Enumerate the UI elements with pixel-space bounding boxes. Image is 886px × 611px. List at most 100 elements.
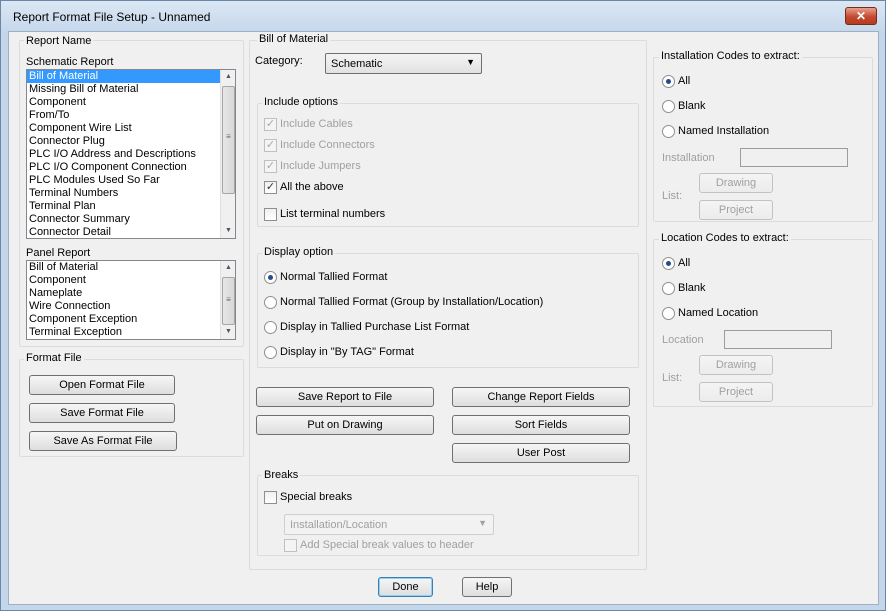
special-breaks-select[interactable]: Installation/Location ▼ [284,514,494,535]
schematic-report-list[interactable]: Bill of Material Missing Bill of Material… [26,69,236,239]
add-break-values-label: Add Special break values to header [300,539,474,551]
special-breaks-value: Installation/Location [290,519,388,531]
list-terminal-numbers-checkbox[interactable] [264,208,277,221]
list-item[interactable]: Connector Plug [27,135,235,148]
save-format-file-button[interactable]: Save Format File [29,403,175,423]
radio-selected-icon [268,275,273,280]
panel-list-scrollbar[interactable]: ▲ ≡ ▼ [220,261,235,339]
location-project-button[interactable]: Project [699,382,773,402]
user-post-button[interactable]: User Post [452,443,630,463]
category-value: Schematic [331,58,383,70]
location-codes-label: Location Codes to extract: [659,232,791,244]
list-item[interactable]: Nameplate [27,287,235,300]
scroll-down-icon[interactable]: ▼ [221,325,235,339]
normal-tallied-label: Normal Tallied Format [280,271,388,283]
list-item[interactable]: Connector Detail [27,226,235,238]
dialog-client: Report Name Schematic Report Bill of Mat… [8,31,879,605]
list-item[interactable]: Connector Summary [27,213,235,226]
save-as-format-file-button[interactable]: Save As Format File [29,431,177,451]
sort-fields-button[interactable]: Sort Fields [452,415,630,435]
list-item[interactable]: Bill of Material [27,70,235,83]
location-drawing-button[interactable]: Drawing [699,355,773,375]
scroll-thumb[interactable]: ≡ [222,277,235,325]
scroll-up-icon[interactable]: ▲ [221,261,235,275]
include-options-label: Include options [262,96,340,108]
include-cables-checkbox[interactable]: ✓ [264,118,277,131]
all-the-above-label: All the above [280,181,344,193]
list-item[interactable]: Missing Bill of Material [27,83,235,96]
named-location-label: Named Location [678,307,759,319]
list-item[interactable]: Wire Connection [27,300,235,313]
scroll-thumb[interactable]: ≡ [222,86,235,194]
installation-drawing-button[interactable]: Drawing [699,173,773,193]
location-list-label: List: [662,372,683,384]
purchase-list-radio[interactable] [264,321,277,334]
named-installation-radio[interactable] [662,125,675,138]
include-jumpers-label: Include Jumpers [280,160,361,172]
include-cables-label: Include Cables [280,118,353,130]
list-item[interactable]: Component [27,96,235,109]
normal-tallied-radio[interactable] [264,271,277,284]
special-breaks-checkbox[interactable] [264,491,277,504]
installation-blank-radio[interactable] [662,100,675,113]
list-item[interactable]: Bill of Material [27,261,235,274]
schematic-list-scrollbar[interactable]: ▲ ≡ ▼ [220,70,235,238]
category-select[interactable]: Schematic ▼ [325,53,482,74]
include-connectors-label: Include Connectors [280,139,375,151]
by-tag-radio[interactable] [264,346,277,359]
report-format-dialog: Report Format File Setup - Unnamed ✕ Rep… [0,0,886,611]
schematic-report-label: Schematic Report [26,56,114,68]
open-format-file-button[interactable]: Open Format File [29,375,175,395]
installation-input[interactable] [740,148,848,167]
panel-report-list[interactable]: Bill of Material Component Nameplate Wire C… [26,260,236,340]
location-input[interactable] [724,330,832,349]
list-item[interactable]: Terminal Exception [27,326,235,339]
installation-codes-label: Installation Codes to extract: [659,50,802,62]
list-terminal-numbers-label: List terminal numbers [280,208,386,220]
change-report-fields-button[interactable]: Change Report Fields [452,387,630,407]
chevron-down-icon: ▼ [478,518,487,528]
location-blank-radio[interactable] [662,282,675,295]
category-label: Category: [255,55,303,67]
help-button[interactable]: Help [462,577,512,597]
report-name-label: Report Name [24,35,94,47]
installation-all-radio[interactable] [662,75,675,88]
include-jumpers-checkbox[interactable]: ✓ [264,160,277,173]
include-connectors-checkbox[interactable]: ✓ [264,139,277,152]
bill-of-material-label: Bill of Material [257,33,331,45]
special-breaks-label: Special breaks [280,491,353,503]
put-on-drawing-button[interactable]: Put on Drawing [256,415,434,435]
close-icon[interactable]: ✕ [845,7,877,25]
location-all-radio[interactable] [662,257,675,270]
title-bar: Report Format File Setup - Unnamed ✕ [1,1,885,31]
scroll-down-icon[interactable]: ▼ [221,224,235,238]
list-item[interactable]: From/To [27,109,235,122]
schematic-list-items: Bill of Material Missing Bill of Material… [27,70,235,238]
named-location-radio[interactable] [662,307,675,320]
list-item[interactable]: Terminal Plan [27,200,235,213]
list-item[interactable]: PLC Modules Used So Far [27,174,235,187]
format-file-label: Format File [24,352,84,364]
list-item[interactable]: Terminal Numbers [27,187,235,200]
purchase-list-label: Display in Tallied Purchase List Format [280,321,470,333]
group-tallied-label: Normal Tallied Format (Group by Installa… [280,296,544,308]
list-item[interactable]: Component Wire List [27,122,235,135]
save-report-to-file-button[interactable]: Save Report to File [256,387,434,407]
installation-list-label: List: [662,190,683,202]
installation-field-label: Installation [662,152,715,164]
done-button[interactable]: Done [378,577,433,597]
list-item[interactable]: PLC I/O Component Connection [27,161,235,174]
group-tallied-radio[interactable] [264,296,277,309]
panel-list-items: Bill of Material Component Nameplate Wire C… [27,261,235,339]
radio-selected-icon [666,79,671,84]
installation-all-label: All [678,75,691,87]
installation-project-button[interactable]: Project [699,200,773,220]
list-item[interactable]: Component Exception [27,313,235,326]
location-field-label: Location [662,334,704,346]
list-item[interactable]: PLC I/O Address and Descriptions [27,148,235,161]
add-break-values-checkbox[interactable] [284,539,297,552]
list-item[interactable]: Component [27,274,235,287]
scroll-up-icon[interactable]: ▲ [221,70,235,84]
location-blank-label: Blank [678,282,706,294]
all-the-above-checkbox[interactable]: ✓ [264,181,277,194]
